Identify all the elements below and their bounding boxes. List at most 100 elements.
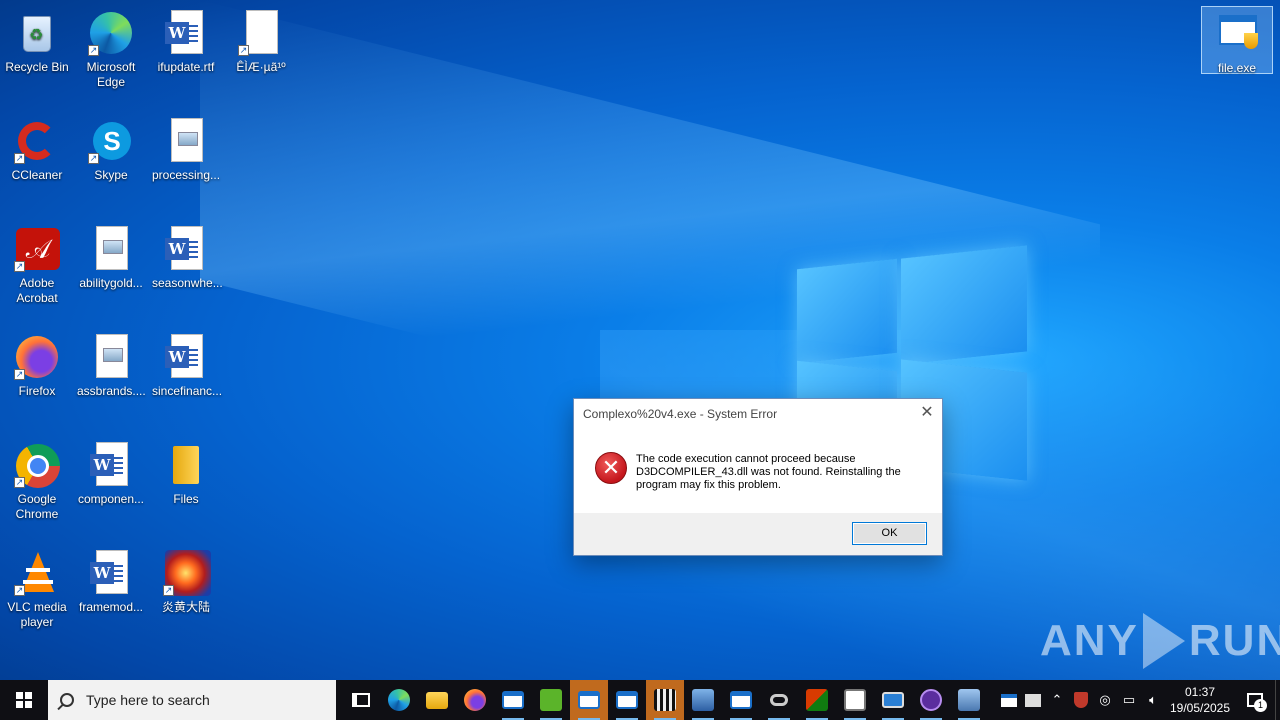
image-file-icon bbox=[88, 226, 134, 272]
desktop-icon-sincefinanc[interactable]: W sincefinanc... bbox=[150, 330, 222, 399]
watermark-left: ANY bbox=[1040, 616, 1139, 665]
notification-count: 1 bbox=[1254, 699, 1267, 712]
vlc-icon: ↗ bbox=[14, 550, 60, 596]
taskbar-app-network[interactable] bbox=[684, 680, 722, 720]
desktop-icon-firefox[interactable]: ↗ Firefox bbox=[1, 330, 73, 399]
grid-app-icon bbox=[654, 689, 676, 711]
network-icon[interactable]: ▭ bbox=[1117, 680, 1141, 720]
system-tray: ⌃ ◎ ▭ 🔈︎ 01:37 19/05/2025 1 bbox=[997, 680, 1280, 720]
tray-network-app-icon[interactable] bbox=[1021, 680, 1045, 720]
app-window-icon bbox=[730, 691, 752, 709]
app-window-icon bbox=[616, 691, 638, 709]
taskbar-clock[interactable]: 01:37 19/05/2025 bbox=[1165, 684, 1235, 716]
desktop-icon-framemod[interactable]: W framemod... bbox=[75, 546, 147, 615]
desktop-icon-blank-file[interactable]: ↗ ÊÌÆ·µã¹º bbox=[225, 6, 297, 75]
taskbar-app-monitor[interactable] bbox=[874, 680, 912, 720]
ok-button[interactable]: OK bbox=[852, 522, 927, 545]
taskbar-app-window-2[interactable] bbox=[570, 680, 608, 720]
desktop-icon-file-exe[interactable]: file.exe bbox=[1201, 6, 1273, 75]
clock-time: 01:37 bbox=[1184, 685, 1216, 699]
notification-center-button[interactable]: 1 bbox=[1235, 680, 1275, 720]
desktop-icon-adobe-acrobat[interactable]: 𝒜 ↗ Adobe Acrobat bbox=[1, 222, 73, 306]
tray-window-icon[interactable] bbox=[997, 680, 1021, 720]
recycle-bin-icon: ♻ bbox=[14, 10, 60, 56]
desktop-icon-componen[interactable]: W componen... bbox=[75, 438, 147, 507]
chrome-icon: ↗ bbox=[14, 442, 60, 488]
purple-app-icon bbox=[920, 689, 942, 711]
taskbar-edge[interactable] bbox=[380, 680, 418, 720]
desktop-icon-vlc[interactable]: ↗ VLC media player bbox=[1, 546, 73, 630]
desktop-icon-abilitygold[interactable]: abilitygold... bbox=[75, 222, 147, 291]
start-button[interactable] bbox=[0, 680, 48, 720]
network-app-icon bbox=[692, 689, 714, 711]
error-icon: ✕ bbox=[595, 452, 627, 484]
show-desktop-button[interactable] bbox=[1275, 680, 1280, 720]
word-doc-icon: W bbox=[88, 550, 134, 596]
word-doc-icon: W bbox=[163, 334, 209, 380]
acrobat-icon: 𝒜 ↗ bbox=[14, 226, 60, 272]
edge-icon: ↗ bbox=[88, 10, 134, 56]
desktop-icon-google-chrome[interactable]: ↗ Google Chrome bbox=[1, 438, 73, 522]
task-view-button[interactable] bbox=[342, 680, 380, 720]
play-icon bbox=[1142, 613, 1185, 669]
watermark-right: RUN bbox=[1188, 616, 1280, 665]
taskbar-app-installer[interactable] bbox=[950, 680, 988, 720]
word-doc-icon: W bbox=[163, 10, 209, 56]
task-view-icon bbox=[352, 693, 370, 707]
folder-icon bbox=[163, 442, 209, 488]
app-window-icon bbox=[578, 691, 600, 709]
taskbar-app-window-3[interactable] bbox=[608, 680, 646, 720]
desktop-icon-processing[interactable]: processing... bbox=[150, 114, 222, 183]
taskbar-app-grid[interactable] bbox=[646, 680, 684, 720]
link-icon bbox=[770, 694, 788, 706]
desktop-icon-files[interactable]: Files bbox=[150, 438, 222, 507]
folder-icon bbox=[426, 691, 448, 709]
desktop-icon-ccleaner[interactable]: ↗ CCleaner bbox=[1, 114, 73, 183]
tray-shield-icon[interactable] bbox=[1069, 680, 1093, 720]
app-window-icon bbox=[502, 691, 524, 709]
taskbar-apps bbox=[342, 680, 988, 720]
dialog-message: The code execution cannot proceed becaus… bbox=[636, 453, 901, 491]
dialog-footer: OK bbox=[574, 513, 942, 555]
system-error-dialog: Complexo%20v4.exe - System Error ✕ ✕ The… bbox=[573, 398, 943, 556]
search-placeholder: Type here to search bbox=[86, 692, 210, 708]
blank-file-icon: ↗ bbox=[238, 10, 284, 56]
taskbar-firefox[interactable] bbox=[456, 680, 494, 720]
taskbar-search-box[interactable]: Type here to search bbox=[48, 680, 336, 720]
tray-camera-icon[interactable]: ◎ bbox=[1093, 680, 1117, 720]
skype-icon: S ↗ bbox=[88, 118, 134, 164]
close-icon[interactable]: ✕ bbox=[912, 399, 942, 427]
desktop-icon-ifupdate-rtf[interactable]: W ifupdate.rtf bbox=[150, 6, 222, 75]
search-icon bbox=[60, 693, 74, 707]
volume-icon[interactable]: 🔈︎ bbox=[1141, 680, 1165, 720]
word-doc-icon: W bbox=[88, 442, 134, 488]
taskbar-file-explorer[interactable] bbox=[418, 680, 456, 720]
clock-date: 19/05/2025 bbox=[1169, 701, 1231, 715]
taskbar-app-link[interactable] bbox=[760, 680, 798, 720]
taskbar-app-image[interactable] bbox=[836, 680, 874, 720]
desktop-icon-microsoft-edge[interactable]: ↗ Microsoft Edge bbox=[75, 6, 147, 90]
taskbar-app-office[interactable] bbox=[798, 680, 836, 720]
installer-icon bbox=[958, 689, 980, 711]
anyrun-watermark: ANY RUN bbox=[1040, 610, 1280, 672]
desktop-icon-assbrands[interactable]: assbrands.... bbox=[75, 330, 147, 399]
dialog-title: Complexo%20v4.exe - System Error bbox=[583, 407, 778, 421]
chevron-up-icon[interactable]: ⌃ bbox=[1045, 680, 1069, 720]
desktop-icon-game[interactable]: ↗ 炎黄大陆 bbox=[150, 546, 222, 615]
desktop-icon-skype[interactable]: S ↗ Skype bbox=[75, 114, 147, 183]
exe-file-icon bbox=[1214, 11, 1260, 57]
word-doc-icon: W bbox=[163, 226, 209, 272]
monitor-icon bbox=[882, 692, 904, 708]
edge-icon bbox=[388, 689, 410, 711]
firefox-icon: ↗ bbox=[14, 334, 60, 380]
taskbar: Type here to search ⌃ ◎ ▭ 🔈︎ 01:37 19/05… bbox=[0, 680, 1280, 720]
office-app-icon bbox=[806, 689, 828, 711]
taskbar-app-purple[interactable] bbox=[912, 680, 950, 720]
desktop-icon-seasonwhe[interactable]: W seasonwhe... bbox=[150, 222, 223, 291]
desktop-icon-recycle-bin[interactable]: ♻ Recycle Bin bbox=[1, 6, 73, 75]
ccleaner-icon: ↗ bbox=[14, 118, 60, 164]
taskbar-app-window-4[interactable] bbox=[722, 680, 760, 720]
taskbar-app-window-1[interactable] bbox=[494, 680, 532, 720]
taskbar-app-bh[interactable] bbox=[532, 680, 570, 720]
windows-start-icon bbox=[16, 692, 32, 708]
